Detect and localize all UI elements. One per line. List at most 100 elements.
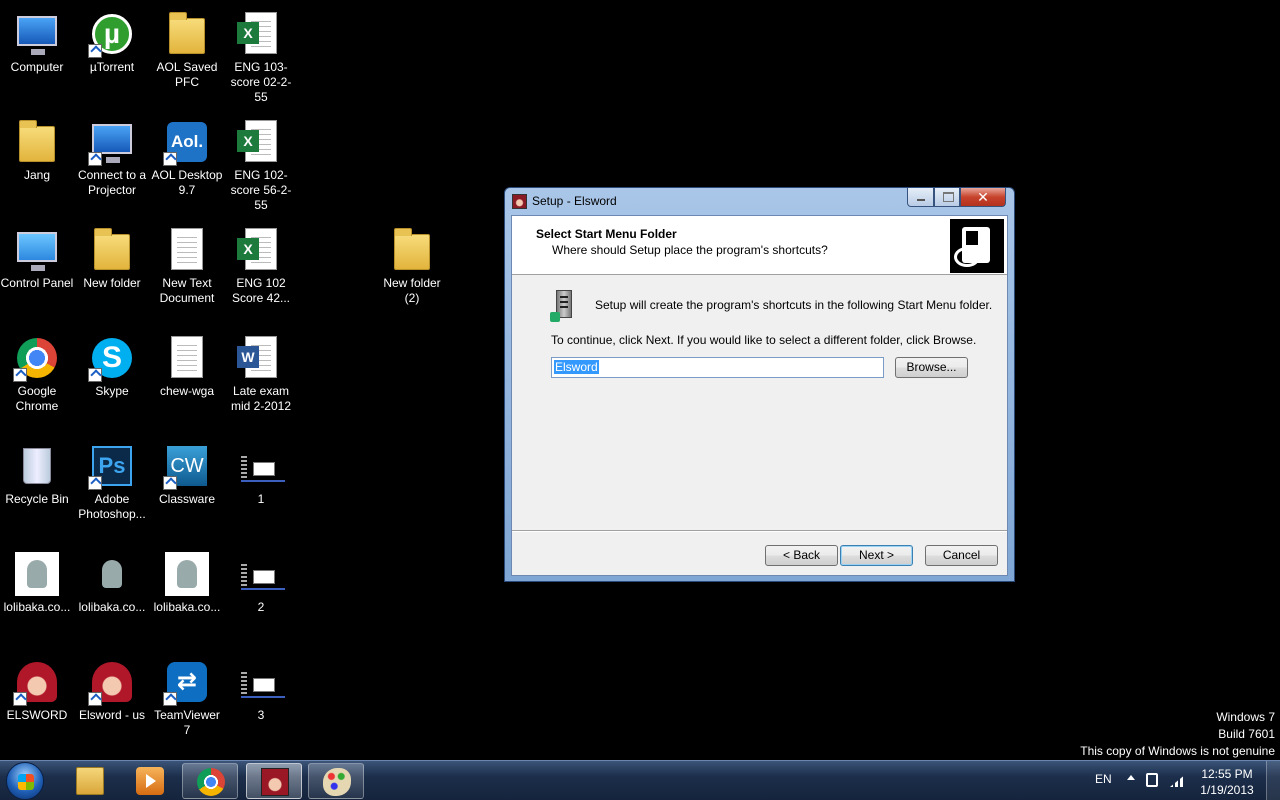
- desktop-icon-file-2[interactable]: 2: [224, 544, 298, 615]
- desktop-icon-jang[interactable]: Jang: [0, 112, 74, 183]
- desktop-icon-elsword[interactable]: ELSWORD: [0, 652, 74, 723]
- clock[interactable]: 12:55 PM 1/19/2013: [1192, 766, 1262, 798]
- desktop-icon-new-folder-2[interactable]: New folder (2): [375, 220, 449, 306]
- email-file-icon: [237, 658, 285, 706]
- shortcut-arrow-icon: [88, 368, 102, 382]
- desktop-icon-projector[interactable]: Connect to a Projector: [75, 112, 149, 198]
- desktop-icon-file-1[interactable]: 1: [224, 436, 298, 507]
- desktop-icon-photoshop[interactable]: Ps Adobe Photoshop...: [75, 436, 149, 522]
- desktop-icon-classware[interactable]: CW Classware: [150, 436, 224, 507]
- desktop-icon-label: 3: [257, 708, 265, 722]
- setup-dialog: Setup - Elsword ✕ Select Start Menu Fold…: [504, 187, 1015, 582]
- paint-palette-icon: [323, 768, 351, 796]
- desktop-icon-label: Elsword - us: [78, 708, 146, 722]
- chrome-icon: [197, 768, 225, 796]
- desktop-icon-label: µTorrent: [89, 60, 135, 74]
- desktop-icon-label: Connect to a Projector: [77, 168, 147, 197]
- back-button[interactable]: < Back: [765, 545, 838, 566]
- desktop-icon-new-folder[interactable]: New folder: [75, 220, 149, 291]
- desktop-icon-utorrent[interactable]: µ µTorrent: [75, 4, 149, 75]
- start-button[interactable]: [6, 762, 44, 800]
- folder-icon: [388, 226, 436, 274]
- windows-watermark: Windows 7 Build 7601 This copy of Window…: [1080, 709, 1275, 760]
- desktop-icon-teamviewer[interactable]: ⇄ TeamViewer 7: [150, 652, 224, 738]
- desktop-icon-label: ENG 103-score 02-2-55: [230, 60, 292, 104]
- watermark-line: This copy of Windows is not genuine: [1080, 744, 1275, 758]
- shortcut-arrow-icon: [163, 476, 177, 490]
- shortcut-arrow-icon: [163, 692, 177, 706]
- watermark-line: Build 7601: [1218, 727, 1275, 741]
- desktop-icon-eng102-b[interactable]: X ENG 102 Score 42...: [224, 220, 298, 306]
- aol-icon: Aol.: [163, 118, 211, 166]
- desktop-icon-google-chrome[interactable]: Google Chrome: [0, 328, 74, 414]
- shortcut-arrow-icon: [88, 692, 102, 706]
- folder-input-value: Elsword: [554, 360, 599, 374]
- language-indicator[interactable]: EN: [1095, 772, 1112, 786]
- desktop-icon-label: AOL Saved PFC: [156, 60, 218, 89]
- desktop-icon-label: lolibaka.co...: [78, 600, 146, 614]
- desktop-icon-label: Skype: [95, 384, 129, 398]
- clock-date: 1/19/2013: [1200, 783, 1254, 797]
- network-signal-icon[interactable]: [1170, 774, 1186, 787]
- desktop-icon-label: ELSWORD: [6, 708, 68, 722]
- show-hidden-icons-icon[interactable]: [1127, 775, 1135, 780]
- dialog-title: Setup - Elsword: [532, 194, 617, 208]
- cancel-button[interactable]: Cancel: [925, 545, 998, 566]
- user-folder-icon: [13, 118, 61, 166]
- desktop-icon-eng102-a[interactable]: X ENG 102-score 56-2-55: [224, 112, 298, 213]
- desktop-icon-label: Control Panel: [0, 276, 74, 290]
- desktop-icon-lolibaka-3[interactable]: lolibaka.co...: [150, 544, 224, 615]
- action-center-icon[interactable]: [1146, 773, 1158, 787]
- next-button[interactable]: Next >: [840, 545, 913, 566]
- excel-file-icon: X: [237, 118, 285, 166]
- taskbar-paint-button[interactable]: [308, 763, 364, 799]
- shortcut-arrow-icon: [163, 152, 177, 166]
- wizard-header: Select Start Menu Folder Where should Se…: [512, 216, 1007, 275]
- desktop-icon-label: ENG 102-score 56-2-55: [230, 168, 292, 212]
- dialog-client: Select Start Menu Folder Where should Se…: [511, 215, 1008, 576]
- dialog-titlebar[interactable]: Setup - Elsword ✕: [505, 188, 1014, 214]
- desktop-icon-label: New folder: [83, 276, 141, 290]
- desktop-icon-computer[interactable]: Computer: [0, 4, 74, 75]
- start-menu-folder-input[interactable]: Elsword: [551, 357, 884, 378]
- desktop-icon-control-panel[interactable]: Control Panel: [0, 220, 74, 291]
- desktop-icon-label: Jang: [23, 168, 51, 182]
- desktop-icon-label: Late exam mid 2-2012: [230, 384, 292, 413]
- shortcut-arrow-icon: [88, 152, 102, 166]
- image-thumbnail-icon: [163, 550, 211, 598]
- desktop-icon-skype[interactable]: S Skype: [75, 328, 149, 399]
- folder-icon: [88, 226, 136, 274]
- classware-icon: CW: [163, 442, 211, 490]
- desktop-icon-eng103[interactable]: X ENG 103-score 02-2-55: [224, 4, 298, 105]
- desktop-icon-elsword-us[interactable]: Elsword - us: [75, 652, 149, 723]
- desktop-icon-file-3[interactable]: 3: [224, 652, 298, 723]
- show-desktop-button[interactable]: [1266, 761, 1280, 800]
- desktop-icon-label: New Text Document: [159, 276, 215, 305]
- browse-button[interactable]: Browse...: [895, 357, 968, 378]
- desktop-icon-aol-desktop[interactable]: Aol. AOL Desktop 9.7: [150, 112, 224, 198]
- wizard-page-title: Select Start Menu Folder: [536, 227, 677, 241]
- elsword-icon: [261, 768, 289, 796]
- elsword-icon: [13, 658, 61, 706]
- desktop-icon-lolibaka-2[interactable]: lolibaka.co...: [75, 544, 149, 615]
- desktop-icon-chew-wga[interactable]: chew-wga: [150, 328, 224, 399]
- desktop-icon-recycle-bin[interactable]: Recycle Bin: [0, 436, 74, 507]
- desktop-icon-lolibaka-1[interactable]: lolibaka.co...: [0, 544, 74, 615]
- taskbar: EN 12:55 PM 1/19/2013: [0, 760, 1280, 800]
- start-menu-folder-icon: [550, 290, 580, 322]
- taskbar-elsword-setup-button[interactable]: [246, 763, 302, 799]
- shortcut-arrow-icon: [88, 44, 102, 58]
- taskbar-media-player-button[interactable]: [122, 763, 178, 799]
- maximize-button[interactable]: [934, 188, 960, 207]
- desktop-icon-new-text-document[interactable]: New Text Document: [150, 220, 224, 306]
- desktop-icon-label: lolibaka.co...: [3, 600, 71, 614]
- desktop-icon-late-exam[interactable]: W Late exam mid 2-2012: [224, 328, 298, 414]
- taskbar-chrome-button[interactable]: [182, 763, 238, 799]
- text-document-icon: [163, 334, 211, 382]
- text-document-icon: [163, 226, 211, 274]
- desktop-icon-aol-saved-pfc[interactable]: AOL Saved PFC: [150, 4, 224, 90]
- minimize-button[interactable]: [907, 188, 934, 207]
- taskbar-explorer-button[interactable]: [62, 763, 118, 799]
- desktop-icon-label: Classware: [158, 492, 215, 506]
- close-button[interactable]: ✕: [960, 188, 1006, 207]
